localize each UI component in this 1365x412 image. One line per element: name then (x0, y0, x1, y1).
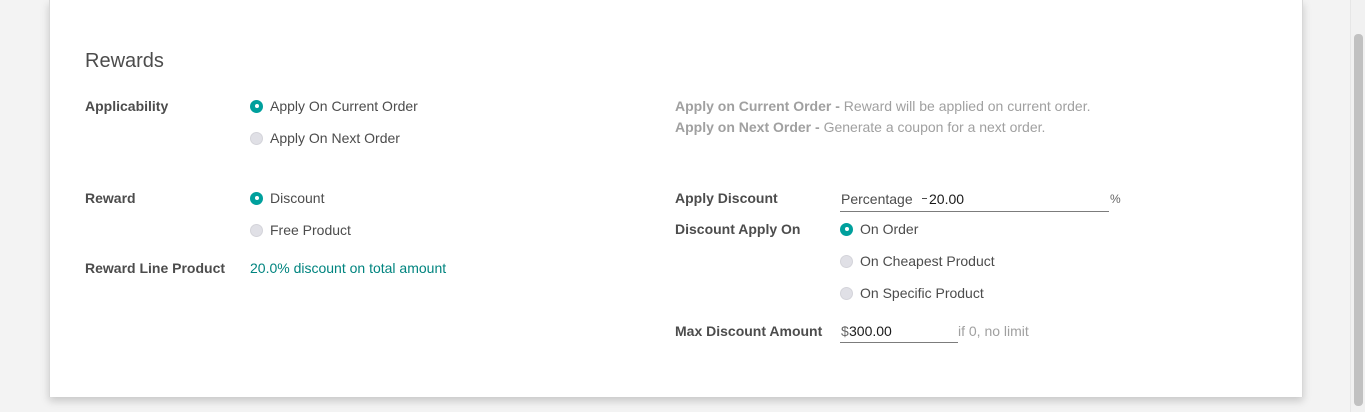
max-discount-hint: if 0, no limit (958, 323, 1029, 339)
discount-unit: % (1110, 192, 1121, 206)
apply-discount-label: Apply Discount (675, 190, 778, 206)
reward-line-product-label: Reward Line Product (85, 260, 226, 276)
radio-label: Apply On Next Order (270, 130, 400, 146)
help-text: Reward will be applied on current order. (843, 98, 1091, 114)
max-discount-field[interactable]: $ 300.00 (840, 321, 958, 343)
vertical-scrollbar[interactable] (1350, 0, 1365, 412)
max-discount-input[interactable]: 300.00 (849, 323, 892, 339)
radio-selected-icon[interactable] (250, 191, 263, 205)
help-next-order: Apply on Next Order - Generate a coupon … (675, 119, 1045, 135)
discount-type-caret-icon (922, 198, 927, 199)
radio-label: On Cheapest Product (860, 253, 995, 269)
reward-label: Reward (85, 190, 136, 206)
radio-label: Discount (270, 190, 325, 206)
radio-unselected-icon[interactable] (250, 223, 263, 237)
help-current-order: Apply on Current Order - Reward will be … (675, 98, 1091, 114)
radio-reward-discount[interactable]: Discount (250, 190, 324, 206)
help-text: Generate a coupon for a next order. (823, 119, 1046, 135)
radio-label: On Order (860, 221, 919, 237)
max-discount-label: Max Discount Amount (675, 323, 823, 339)
radio-label: Apply On Current Order (270, 98, 418, 114)
radio-on-order[interactable]: On Order (840, 221, 918, 237)
help-term: Apply on Next Order - (675, 119, 820, 135)
currency-symbol: $ (841, 323, 849, 339)
radio-label: On Specific Product (860, 285, 984, 301)
help-term: Apply on Current Order - (675, 98, 840, 114)
radio-label: Free Product (270, 222, 351, 238)
apply-discount-field[interactable]: Percentage 20.00 (840, 189, 1109, 212)
discount-type-select[interactable]: Percentage (841, 191, 913, 207)
reward-line-product-link[interactable]: 20.0% discount on total amount (250, 260, 446, 276)
applicability-label: Applicability (85, 98, 169, 114)
radio-unselected-icon[interactable] (250, 131, 263, 145)
section-title: Rewards (85, 50, 164, 72)
radio-on-specific-product[interactable]: On Specific Product (840, 285, 984, 301)
radio-on-cheapest-product[interactable]: On Cheapest Product (840, 253, 995, 269)
radio-reward-free-product[interactable]: Free Product (250, 222, 351, 238)
radio-apply-current-order[interactable]: Apply On Current Order (250, 98, 418, 114)
scrollbar-thumb[interactable] (1354, 34, 1363, 406)
radio-selected-icon[interactable] (840, 222, 853, 236)
radio-unselected-icon[interactable] (840, 286, 853, 300)
discount-apply-on-label: Discount Apply On (675, 221, 801, 237)
radio-apply-next-order[interactable]: Apply On Next Order (250, 130, 400, 146)
form-sheet: Rewards Applicability Apply On Current O… (49, 0, 1303, 397)
radio-selected-icon[interactable] (250, 99, 263, 113)
radio-unselected-icon[interactable] (840, 254, 853, 268)
discount-amount-input[interactable]: 20.00 (929, 191, 964, 207)
